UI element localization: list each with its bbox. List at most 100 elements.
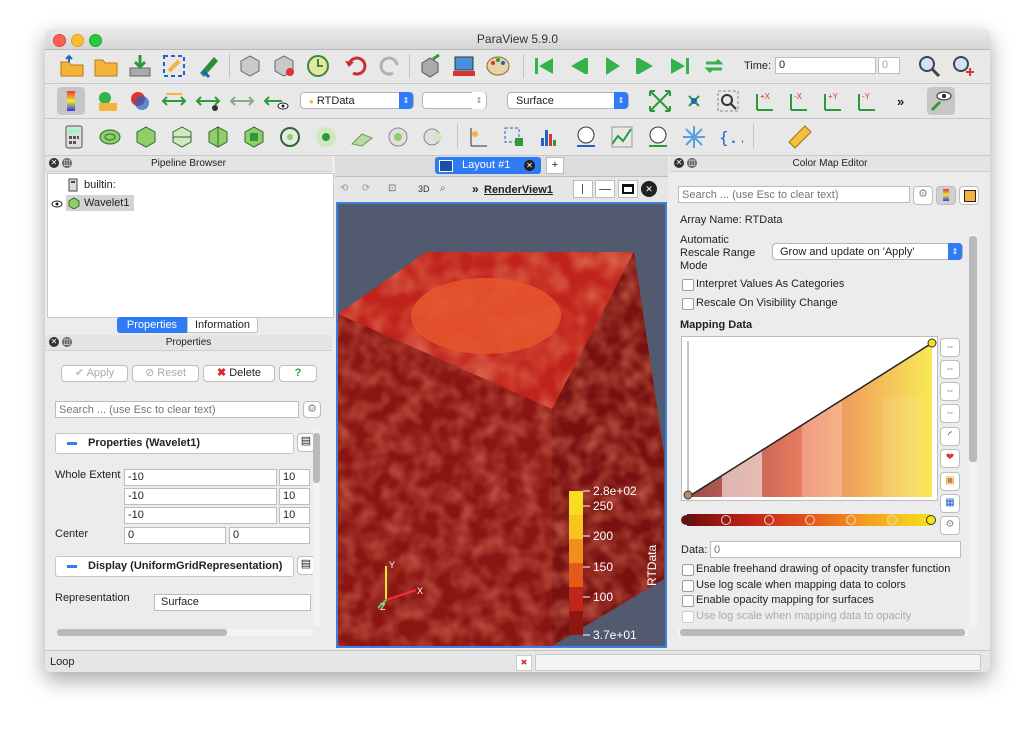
toolbar-overflow-icon[interactable]: » — [472, 182, 479, 196]
disconnect-icon[interactable] — [195, 53, 221, 79]
extent-min-1[interactable]: -10 — [124, 488, 277, 505]
extent-max-2[interactable]: 10 — [279, 507, 310, 524]
gear-icon[interactable]: ⚙ — [303, 401, 321, 418]
annotations-icon[interactable]: ▦ — [940, 494, 960, 513]
color-node[interactable] — [887, 515, 897, 525]
opacity-function-editor[interactable] — [681, 336, 938, 501]
stream-tracer-icon[interactable] — [313, 124, 339, 150]
color-node[interactable] — [805, 515, 815, 525]
freehand-checkbox[interactable] — [682, 564, 694, 576]
contour-icon[interactable] — [97, 124, 123, 150]
data-value-input[interactable] — [710, 541, 961, 558]
close-icon[interactable]: ✕ — [49, 158, 59, 168]
camera-undo-icon[interactable] — [417, 53, 443, 79]
interaction-mode-button[interactable] — [927, 87, 955, 115]
rescale-to-data-range-icon[interactable]: ⇔ — [940, 338, 960, 357]
center-y[interactable]: 0 — [229, 527, 310, 544]
last-frame-icon[interactable] — [667, 53, 693, 79]
invert-transfer-icon[interactable]: ◜ — [940, 427, 960, 446]
choose-preset-icon[interactable]: ❤ — [940, 449, 960, 468]
undo-icon[interactable] — [343, 53, 369, 79]
rescale-data-range-icon[interactable] — [161, 88, 187, 114]
delete-button[interactable]: ✖ Delete — [203, 365, 275, 382]
previous-frame-icon[interactable] — [565, 53, 591, 79]
center-x[interactable]: 0 — [124, 527, 226, 544]
group-datasets-icon[interactable] — [385, 124, 411, 150]
scrollbar-thumb[interactable] — [680, 629, 965, 636]
colormap-scrollbar-vertical[interactable] — [969, 234, 977, 629]
first-frame-icon[interactable] — [531, 53, 557, 79]
representation-field[interactable]: Surface — [154, 594, 311, 611]
section-properties-wavelet1[interactable]: Properties (Wavelet1) — [55, 433, 294, 454]
rescale-custom-icon[interactable]: ⇔ — [940, 360, 960, 379]
reset-camera-icon[interactable] — [647, 88, 673, 114]
extract-level-icon[interactable] — [421, 124, 447, 150]
plot-over-line-icon[interactable] — [465, 124, 491, 150]
probe-location-icon[interactable] — [501, 124, 527, 150]
rescale-temporal-icon[interactable]: ⇔ — [940, 382, 960, 401]
save-state-icon[interactable] — [271, 53, 297, 79]
representation-select[interactable]: Surface ⇕ — [507, 92, 629, 109]
time-index-spinbox[interactable]: 0 — [878, 57, 900, 74]
restore-colormap-icon[interactable] — [959, 186, 979, 205]
screenshot-icon[interactable] — [451, 53, 477, 79]
scrollbar-thumb[interactable] — [313, 433, 320, 483]
pipeline-item-builtin[interactable]: builtin: — [84, 179, 116, 191]
rescale-visibility-checkbox[interactable] — [682, 298, 694, 310]
scrollbar-thumb[interactable] — [969, 236, 977, 462]
clip-icon[interactable] — [133, 124, 159, 150]
extent-max-0[interactable]: 10 — [279, 469, 310, 486]
calculator-icon[interactable] — [61, 124, 87, 150]
tab-properties[interactable]: Properties — [117, 317, 187, 333]
view-plus-y-icon[interactable]: +Y — [819, 88, 845, 114]
tab-layout-1[interactable]: Layout #1 ✕ — [435, 157, 541, 174]
close-icon[interactable]: ✕ — [524, 160, 535, 171]
properties-search-input[interactable] — [55, 401, 299, 418]
zoom-view-icon[interactable]: ⌕ — [440, 183, 452, 195]
ruler-icon[interactable] — [787, 124, 813, 150]
next-frame-icon[interactable] — [633, 53, 659, 79]
color-node[interactable] — [846, 515, 856, 525]
save-preset-icon[interactable]: ▣ — [940, 472, 960, 491]
color-node[interactable] — [764, 515, 774, 525]
connect-icon[interactable] — [161, 53, 187, 79]
find-data-icon[interactable] — [916, 53, 942, 79]
loop-icon[interactable] — [701, 53, 727, 79]
view-plus-x-icon[interactable]: +X — [751, 88, 777, 114]
open-file-icon[interactable] — [59, 53, 85, 79]
section-display[interactable]: Display (UniformGridRepresentation) — [55, 556, 294, 577]
close-icon[interactable]: ✕ — [49, 337, 59, 347]
properties-scrollbar-horizontal[interactable] — [57, 629, 313, 636]
toggle-3d-button[interactable]: 3D — [418, 184, 430, 194]
capture-icon[interactable]: ⊡ — [388, 183, 400, 195]
plot-data-over-time-icon[interactable] — [573, 124, 599, 150]
extent-min-0[interactable]: -10 — [124, 469, 277, 486]
extract-selection-icon[interactable] — [681, 124, 707, 150]
reset-range-icon[interactable] — [127, 88, 153, 114]
auto-rescale-select[interactable]: Grow and update on 'Apply' ⇕ — [772, 243, 963, 260]
gear-icon[interactable]: ⚙ — [913, 186, 933, 205]
plot-selection-icon[interactable] — [645, 124, 671, 150]
zoom-to-data-icon[interactable] — [681, 88, 707, 114]
rescale-visible-icon[interactable]: ⇔ — [940, 404, 960, 423]
colormap-scrollbar-horizontal[interactable] — [678, 629, 968, 636]
open-folder-icon[interactable] — [93, 53, 119, 79]
cancel-progress-icon[interactable]: ✖ — [516, 655, 532, 671]
threshold-icon[interactable] — [205, 124, 231, 150]
extent-min-2[interactable]: -10 — [124, 507, 277, 524]
camera-link-icon[interactable]: ⟳ — [362, 183, 374, 195]
toolbar-overflow-icon[interactable]: » — [897, 94, 904, 109]
properties-scrollbar-vertical[interactable] — [313, 429, 320, 626]
component-select[interactable]: ⇕ — [422, 92, 487, 109]
edit-colormap-icon[interactable] — [95, 88, 121, 114]
float-icon[interactable]: ◫ — [687, 158, 697, 168]
help-button[interactable]: ? — [279, 365, 317, 382]
glyph-icon[interactable] — [277, 124, 303, 150]
auto-apply-icon[interactable] — [305, 53, 331, 79]
log-scale-colors-checkbox[interactable] — [682, 580, 694, 592]
scrollbar-thumb[interactable] — [57, 629, 227, 636]
float-icon[interactable]: ◫ — [62, 158, 72, 168]
save-colormap-icon[interactable] — [936, 186, 956, 205]
tab-information[interactable]: Information — [187, 317, 258, 333]
pipeline-item-wavelet1[interactable]: Wavelet1 — [66, 195, 134, 211]
